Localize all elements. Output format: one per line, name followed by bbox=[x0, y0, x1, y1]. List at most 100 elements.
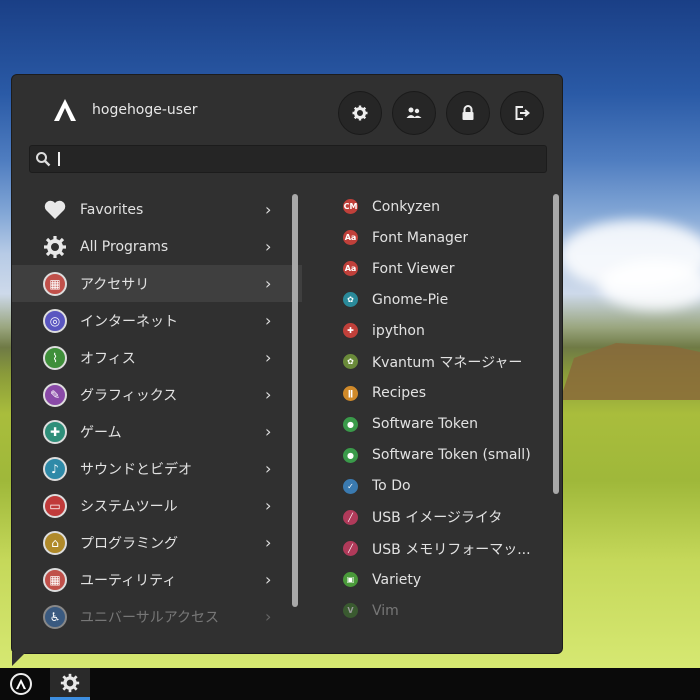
kvantum-icon: ✿ bbox=[343, 354, 358, 370]
usb-image-writer-icon: ╱ bbox=[343, 509, 358, 525]
menu-pointer bbox=[12, 652, 26, 666]
app-item-todo[interactable]: ✓ To Do bbox=[332, 471, 547, 502]
app-item-gnome-pie[interactable]: ✿ Gnome-Pie bbox=[332, 284, 547, 315]
app-item-kvantum[interactable]: ✿ Kvantum マネージャー bbox=[332, 346, 547, 377]
menu-launcher-button[interactable] bbox=[10, 673, 32, 695]
todo-icon: ✓ bbox=[343, 478, 358, 494]
app-item-vim[interactable]: V Vim bbox=[332, 595, 547, 626]
app-label: Recipes bbox=[372, 385, 427, 402]
category-label: グラフィックス bbox=[80, 387, 178, 404]
search-icon bbox=[36, 152, 51, 167]
category-scrollbar[interactable] bbox=[292, 194, 298, 607]
category-list: Favorites › All Programs › ▦ アクセサリ › ◎ イ… bbox=[12, 191, 302, 635]
app-label: To Do bbox=[372, 478, 411, 495]
lock-button[interactable] bbox=[446, 91, 490, 135]
app-label: Software Token (small) bbox=[372, 447, 531, 464]
username-label: hogehoge-user bbox=[92, 102, 198, 118]
category-internet[interactable]: ◎ インターネット › bbox=[12, 302, 302, 339]
chevron-right-icon: › bbox=[265, 459, 272, 478]
category-accessories[interactable]: ▦ アクセサリ › bbox=[12, 265, 302, 302]
app-item-recipes[interactable]: ǁ Recipes bbox=[332, 378, 547, 409]
internet-icon: ◎ bbox=[43, 309, 67, 333]
chevron-right-icon: › bbox=[265, 237, 272, 256]
variety-icon: ▣ bbox=[343, 572, 358, 588]
category-favorites[interactable]: Favorites › bbox=[12, 191, 302, 228]
category-label: ゲーム bbox=[80, 424, 122, 441]
search-field[interactable] bbox=[29, 145, 547, 173]
system-icon: ▭ bbox=[43, 494, 67, 518]
app-list: CM Conkyzen Aa Font Manager Aa Font View… bbox=[332, 191, 547, 626]
app-scrollbar[interactable] bbox=[553, 194, 559, 494]
heart-icon bbox=[44, 200, 66, 219]
app-label: USB メモリフォーマッ... bbox=[372, 541, 531, 558]
font-viewer-icon: Aa bbox=[343, 261, 358, 277]
logout-icon bbox=[515, 106, 530, 120]
settings-button[interactable] bbox=[338, 91, 382, 135]
app-item-software-token-small[interactable]: ● Software Token (small) bbox=[332, 440, 547, 471]
chevron-right-icon: › bbox=[265, 200, 272, 219]
users-icon bbox=[406, 107, 422, 118]
app-item-usb-formatter[interactable]: ╱ USB メモリフォーマッ... bbox=[332, 533, 547, 564]
chevron-right-icon: › bbox=[265, 570, 272, 589]
arch-logo-icon bbox=[54, 99, 76, 121]
app-item-font-viewer[interactable]: Aa Font Viewer bbox=[332, 253, 547, 284]
programming-icon: ⌂ bbox=[43, 531, 67, 555]
app-item-variety[interactable]: ▣ Variety bbox=[332, 564, 547, 595]
mountain-shape bbox=[560, 343, 700, 400]
text-cursor bbox=[58, 152, 60, 166]
category-label: Favorites bbox=[80, 201, 144, 218]
taskbar bbox=[0, 668, 700, 700]
search-input[interactable] bbox=[56, 148, 540, 172]
category-utilities[interactable]: ▦ ユーティリティ › bbox=[12, 561, 302, 598]
taskbar-settings-button[interactable] bbox=[50, 668, 90, 700]
recipes-icon: ǁ bbox=[343, 385, 358, 401]
logout-button[interactable] bbox=[500, 91, 544, 135]
app-item-conkyzen[interactable]: CM Conkyzen bbox=[332, 191, 547, 222]
category-graphics[interactable]: ✎ グラフィックス › bbox=[12, 376, 302, 413]
category-accessibility[interactable]: ♿ ユニバーサルアクセス › bbox=[12, 598, 302, 635]
app-item-software-token[interactable]: ● Software Token bbox=[332, 409, 547, 440]
chevron-right-icon: › bbox=[265, 607, 272, 626]
category-label: オフィス bbox=[80, 350, 136, 367]
users-button[interactable] bbox=[392, 91, 436, 135]
category-label: アクセサリ bbox=[80, 276, 150, 293]
conkyzen-icon: CM bbox=[343, 199, 358, 214]
app-item-ipython[interactable]: ✚ ipython bbox=[332, 315, 547, 346]
app-label: Font Viewer bbox=[372, 260, 455, 277]
chevron-right-icon: › bbox=[265, 274, 272, 293]
category-label: インターネット bbox=[80, 313, 178, 330]
utilities-icon: ▦ bbox=[43, 568, 67, 592]
game-icon: ✚ bbox=[43, 420, 67, 444]
category-system-tools[interactable]: ▭ システムツール › bbox=[12, 487, 302, 524]
office-icon: ⌇ bbox=[43, 346, 67, 370]
category-all-programs[interactable]: All Programs › bbox=[12, 228, 302, 265]
app-item-font-manager[interactable]: Aa Font Manager bbox=[332, 222, 547, 253]
category-programming[interactable]: ⌂ プログラミング › bbox=[12, 524, 302, 561]
app-label: Kvantum マネージャー bbox=[372, 355, 523, 372]
category-game[interactable]: ✚ ゲーム › bbox=[12, 413, 302, 450]
category-label: All Programs bbox=[80, 238, 169, 255]
chevron-right-icon: › bbox=[265, 422, 272, 441]
graphics-icon: ✎ bbox=[43, 383, 67, 407]
app-label: Conkyzen bbox=[372, 198, 440, 215]
chevron-right-icon: › bbox=[265, 348, 272, 367]
ipython-icon: ✚ bbox=[343, 323, 358, 339]
category-multimedia[interactable]: ♪ サウンドとビデオ › bbox=[12, 450, 302, 487]
chevron-right-icon: › bbox=[265, 385, 272, 404]
category-label: サウンドとビデオ bbox=[80, 461, 192, 478]
category-label: プログラミング bbox=[80, 535, 178, 552]
app-item-usb-image-writer[interactable]: ╱ USB イメージライタ bbox=[332, 502, 547, 533]
gear-icon bbox=[44, 236, 66, 258]
app-label: Gnome-Pie bbox=[372, 291, 449, 308]
arch-logo-icon bbox=[15, 678, 27, 690]
category-label: ユニバーサルアクセス bbox=[80, 609, 220, 626]
app-label: Variety bbox=[372, 571, 422, 588]
vim-icon: V bbox=[343, 603, 358, 619]
gear-icon bbox=[60, 673, 80, 692]
lock-icon bbox=[462, 105, 474, 120]
app-label: Vim bbox=[372, 602, 399, 619]
category-office[interactable]: ⌇ オフィス › bbox=[12, 339, 302, 376]
accessories-icon: ▦ bbox=[43, 272, 67, 296]
multimedia-icon: ♪ bbox=[43, 457, 67, 481]
usb-formatter-icon: ╱ bbox=[343, 541, 358, 557]
